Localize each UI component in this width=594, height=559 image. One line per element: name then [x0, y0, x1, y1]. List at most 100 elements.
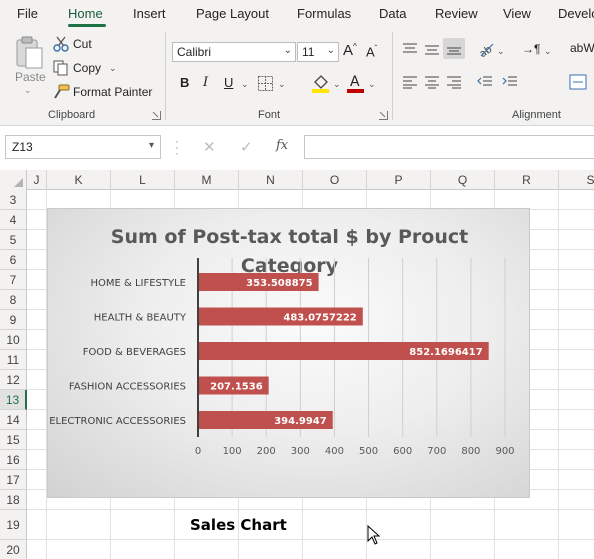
italic-button[interactable]: I [203, 75, 208, 90]
row-header[interactable]: 20 [0, 540, 27, 559]
merge-center-icon[interactable] [569, 74, 587, 90]
paragraph-direction-dropdown-icon[interactable]: ⌄ [544, 46, 552, 57]
clipboard-launcher-icon[interactable] [152, 111, 161, 120]
align-top-icon[interactable] [402, 42, 418, 56]
row-header[interactable]: 4 [0, 210, 27, 230]
paste-icon[interactable] [14, 36, 44, 70]
fill-color-dropdown-icon[interactable]: ⌄ [333, 79, 341, 90]
increase-font-size-button[interactable]: A^ [343, 42, 357, 59]
data-label: 852.1696417 [409, 347, 482, 358]
copy-icon [53, 60, 68, 76]
column-header[interactable]: L [111, 170, 175, 190]
gridline [558, 190, 559, 559]
bar-chart[interactable]: Sum of Post-tax total $ by Prouct Catego… [47, 208, 530, 498]
data-label: 394.9947 [274, 416, 327, 427]
row-header[interactable]: 10 [0, 330, 27, 350]
copy-button[interactable]: Copy ⌄ [52, 58, 117, 78]
paste-dropdown-icon[interactable]: ⌄ [24, 85, 32, 96]
tab-formulas[interactable]: Formulas [297, 6, 351, 21]
row-header[interactable]: 17 [0, 470, 27, 490]
select-all-button[interactable] [0, 170, 27, 190]
column-header-row: J K L M N O P Q R S [0, 170, 594, 190]
row-header[interactable]: 9 [0, 310, 27, 330]
column-header[interactable]: M [175, 170, 239, 190]
font-name-select[interactable]: Calibri ⌄ [172, 42, 296, 62]
row-header[interactable]: 3 [0, 190, 27, 210]
borders-icon[interactable] [257, 75, 274, 92]
orientation-icon[interactable]: ab [477, 40, 495, 58]
tab-view[interactable]: View [503, 6, 531, 21]
paste-button[interactable]: Paste [15, 70, 46, 84]
bold-button[interactable]: B [180, 75, 189, 90]
tab-review[interactable]: Review [435, 6, 478, 21]
row-header[interactable]: 19 [0, 510, 27, 540]
font-launcher-icon[interactable] [379, 111, 388, 120]
copy-dropdown-icon[interactable]: ⌄ [109, 63, 117, 74]
cut-label: Cut [73, 37, 92, 51]
mouse-cursor-icon [367, 525, 381, 545]
column-header[interactable]: J [27, 170, 47, 190]
sales-chart-label: Sales Chart [190, 516, 287, 534]
align-left-icon[interactable] [402, 75, 418, 89]
font-size-value: 11 [302, 45, 315, 59]
alignment-group-label: Alignment [512, 109, 561, 121]
enter-icon[interactable]: ✓ [240, 138, 253, 156]
row-header[interactable]: 18 [0, 490, 27, 510]
formula-input[interactable] [304, 135, 594, 159]
insert-function-button[interactable]: fx [276, 138, 288, 153]
tab-data[interactable]: Data [379, 6, 406, 21]
fill-color-icon[interactable] [311, 72, 331, 94]
column-header[interactable]: P [367, 170, 431, 190]
font-color-dropdown-icon[interactable]: ⌄ [368, 79, 376, 90]
wrap-text-button[interactable]: abW [570, 41, 594, 55]
align-right-icon[interactable] [446, 75, 462, 89]
increase-indent-icon[interactable] [502, 75, 518, 89]
row-header-active[interactable]: 13 [0, 390, 27, 410]
underline-button[interactable]: U [224, 75, 233, 90]
tab-developer[interactable]: Develo [558, 6, 594, 21]
row-header[interactable]: 5 [0, 230, 27, 250]
format-painter-button[interactable]: Format Painter [52, 82, 152, 102]
formula-bar: Z13 ▾ · · · ✕ ✓ fx [0, 126, 594, 170]
align-middle-icon[interactable] [424, 42, 440, 56]
tab-file[interactable]: File [17, 6, 38, 21]
decrease-font-size-button[interactable]: Aˇ [366, 44, 377, 59]
font-size-select[interactable]: 11 ⌄ [297, 42, 339, 62]
row-header[interactable]: 6 [0, 250, 27, 270]
column-header[interactable]: R [495, 170, 559, 190]
row-header[interactable]: 12 [0, 370, 27, 390]
cancel-icon[interactable]: ✕ [203, 138, 216, 156]
svg-text:A: A [350, 74, 360, 90]
tab-home[interactable]: Home [68, 6, 103, 21]
orientation-dropdown-icon[interactable]: ⌄ [497, 46, 505, 57]
category-label: HOME & LIFESTYLE [90, 278, 186, 289]
data-label: 483.0757222 [283, 313, 356, 324]
underline-dropdown-icon[interactable]: ⌄ [241, 79, 249, 90]
name-box[interactable]: Z13 ▾ [5, 135, 161, 159]
row-header[interactable]: 8 [0, 290, 27, 310]
tab-insert[interactable]: Insert [133, 6, 166, 21]
paragraph-direction-icon[interactable]: →¶ [522, 42, 540, 56]
row-header[interactable]: 15 [0, 430, 27, 450]
column-header[interactable]: Q [431, 170, 495, 190]
row-header[interactable]: 16 [0, 450, 27, 470]
column-header[interactable]: O [303, 170, 367, 190]
column-header[interactable]: N [239, 170, 303, 190]
cut-button[interactable]: Cut [52, 34, 92, 54]
font-color-icon[interactable]: A [346, 72, 366, 94]
decrease-indent-icon[interactable] [477, 75, 493, 89]
column-header[interactable]: K [47, 170, 111, 190]
column-header[interactable]: S [559, 170, 594, 190]
row-header[interactable]: 11 [0, 350, 27, 370]
borders-dropdown-icon[interactable]: ⌄ [278, 79, 286, 90]
align-center-icon[interactable] [424, 75, 440, 89]
row-header[interactable]: 14 [0, 410, 27, 430]
x-tick-label: 200 [257, 446, 276, 457]
align-bottom-button[interactable] [443, 38, 465, 59]
formula-bar-grip-icon[interactable]: · · · [175, 135, 179, 159]
worksheet-grid[interactable]: J K L M N O P Q R S 3 4 5 6 7 8 9 10 11 … [0, 170, 594, 559]
x-tick-label: 500 [359, 446, 378, 457]
row-header[interactable]: 7 [0, 270, 27, 290]
gridline [27, 509, 594, 510]
tab-page-layout[interactable]: Page Layout [196, 6, 269, 21]
